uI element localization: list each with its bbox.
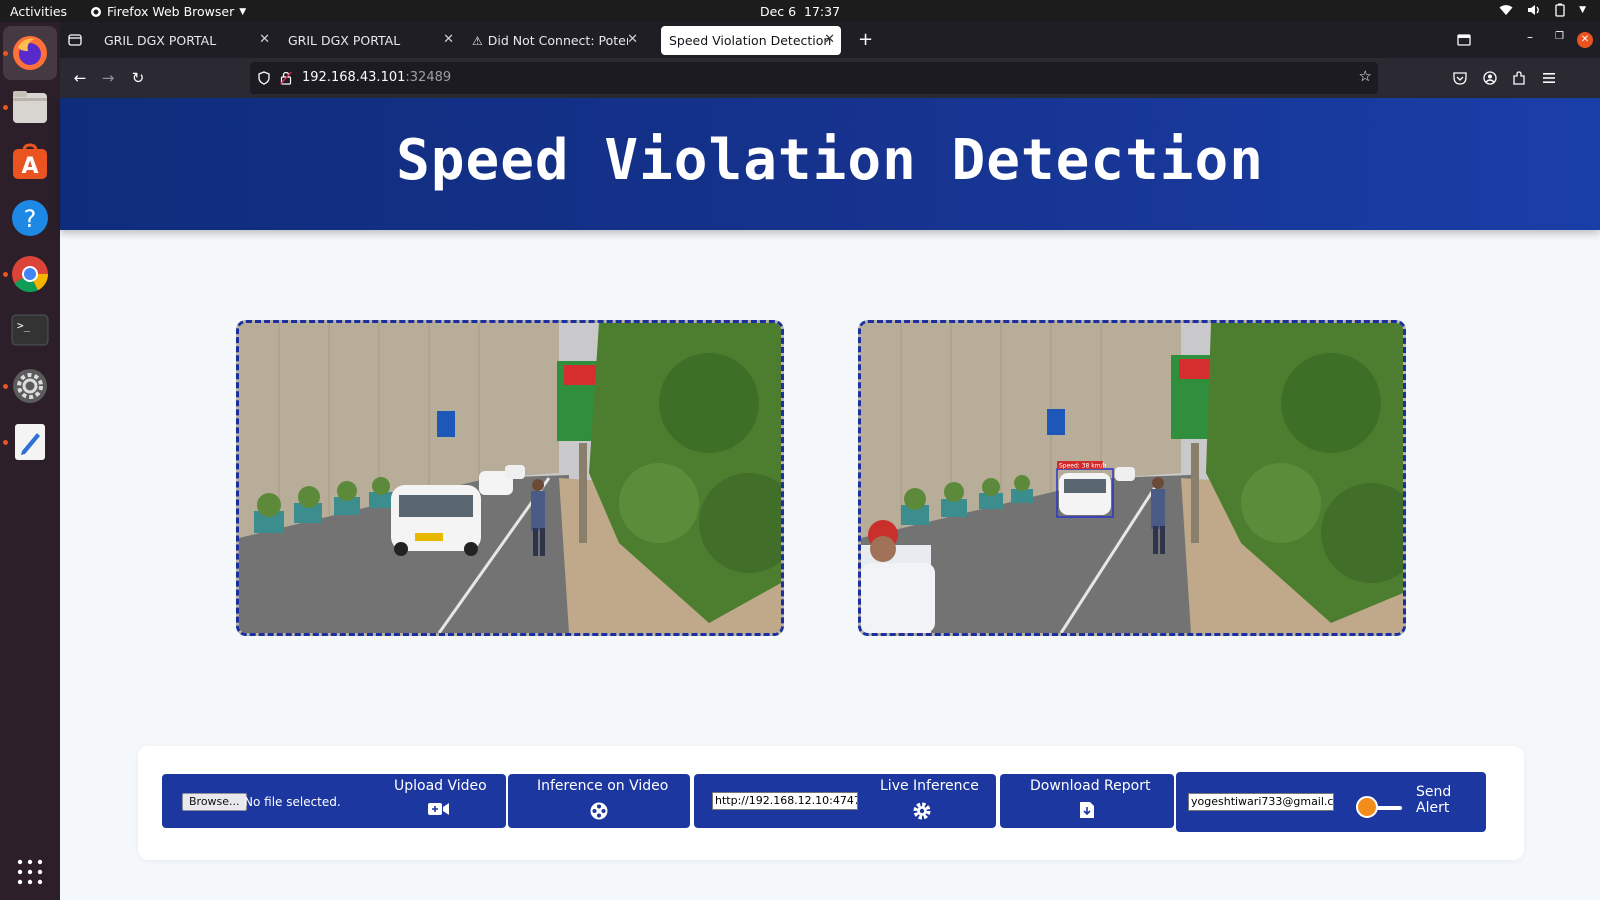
firefox-window: GRIL DGX PORTAL ✕ GRIL DGX PORTAL ✕ ⚠ Di… <box>60 22 1600 900</box>
forward-icon[interactable]: → <box>96 66 120 90</box>
dock: A ? >_ <box>0 22 60 900</box>
processed-video-image: Speed: 38 km/h <box>861 323 1403 633</box>
url-port: :32489 <box>405 70 452 85</box>
nav-bar: ← → ↻ 192.168.43.101:32489 ☆ <box>60 58 1600 98</box>
help-icon[interactable]: ? <box>9 197 51 239</box>
tab-gril-1[interactable]: GRIL DGX PORTAL ✕ <box>96 26 276 55</box>
list-tabs-icon[interactable] <box>1457 34 1471 46</box>
pocket-icon[interactable] <box>1453 71 1467 85</box>
gear-icon <box>913 802 931 820</box>
shield-icon[interactable] <box>258 71 270 85</box>
running-indicator <box>3 105 8 110</box>
input-video-image <box>239 323 781 633</box>
download-file-icon <box>1080 802 1094 818</box>
extensions-icon[interactable] <box>1512 71 1526 85</box>
maximize-icon[interactable]: ❐ <box>1555 31 1564 42</box>
send-alert-label-line1: Send <box>1416 784 1452 800</box>
minimize-icon[interactable]: – <box>1527 30 1533 44</box>
url-bar[interactable]: 192.168.43.101:32489 ☆ <box>250 62 1378 94</box>
app-grid-icon[interactable] <box>9 851 51 893</box>
running-indicator <box>3 384 8 389</box>
new-tab-icon[interactable]: + <box>858 29 873 50</box>
download-report-label: Download Report <box>1030 778 1151 794</box>
tab-overview-icon[interactable] <box>68 33 82 47</box>
close-icon[interactable]: ✕ <box>627 32 638 47</box>
terminal-icon[interactable]: >_ <box>9 309 51 351</box>
upload-video-label: Upload Video <box>394 778 487 794</box>
url-text: 192.168.43.101:32489 <box>302 70 451 85</box>
running-indicator <box>3 440 8 445</box>
wifi-icon <box>1499 5 1513 15</box>
svg-text:>_: >_ <box>17 319 31 332</box>
live-inference-label: Live Inference <box>880 778 979 794</box>
chrome-icon[interactable] <box>9 253 51 295</box>
text-editor-icon[interactable] <box>9 421 51 463</box>
video-camera-icon <box>428 803 449 815</box>
stream-url-input[interactable]: http://192.168.12.10:4747/vi <box>712 792 858 810</box>
tab-title: Did Not Connect: Potenti <box>487 33 628 48</box>
system-tray[interactable]: ▼ <box>1499 3 1586 17</box>
browse-button[interactable]: Browse... <box>182 793 247 811</box>
date-text: Dec 6 <box>759 4 797 19</box>
running-indicator <box>3 51 8 56</box>
account-icon[interactable] <box>1483 71 1497 85</box>
insecure-lock-icon[interactable] <box>280 71 292 85</box>
running-indicator <box>3 272 8 277</box>
tab-title: GRIL DGX PORTAL <box>104 33 217 48</box>
live-inference-button[interactable]: Live Inference <box>870 774 996 828</box>
activities-button[interactable]: Activities <box>10 4 67 19</box>
app-menu[interactable]: Firefox Web Browser ▼ <box>90 4 246 19</box>
inference-video-button[interactable]: Inference on Video <box>508 774 690 828</box>
battery-icon <box>1555 3 1565 17</box>
svg-text:?: ? <box>24 205 37 233</box>
send-alert-panel: yogeshtiwari733@gmail.com Send Alert <box>1176 772 1486 832</box>
warning-icon: ⚠ <box>472 33 483 48</box>
firefox-small-icon <box>91 6 101 17</box>
os-top-bar: Activities Firefox Web Browser ▼ Dec 6 1… <box>0 0 1600 22</box>
page-title: Speed Violation Detection <box>396 128 1264 193</box>
film-reel-icon <box>590 802 608 820</box>
send-alert-label-line2: Alert <box>1416 800 1450 816</box>
header-banner: Speed Violation Detection <box>60 98 1600 230</box>
detection-label: Speed: 38 km/h <box>1059 463 1107 470</box>
upload-video-button[interactable]: Upload Video <box>392 774 506 828</box>
tab-title: GRIL DGX PORTAL <box>288 33 401 48</box>
clock[interactable]: Dec 6 17:37 <box>760 4 840 19</box>
firefox-icon[interactable] <box>3 26 57 80</box>
url-host: 192.168.43.101 <box>302 70 406 85</box>
processed-video-frame: Speed: 38 km/h <box>858 320 1406 636</box>
window-close-icon[interactable]: ✕ <box>1577 32 1593 48</box>
svg-text:A: A <box>21 154 38 179</box>
download-report-button[interactable]: Download Report <box>1000 774 1174 828</box>
menu-icon[interactable] <box>1542 72 1556 84</box>
close-icon[interactable]: ✕ <box>259 32 270 47</box>
input-video-frame <box>236 320 784 636</box>
files-icon[interactable] <box>9 86 51 128</box>
live-inference-panel: http://192.168.12.10:4747/vi Live Infere… <box>694 774 996 828</box>
chevron-down-icon: ▼ <box>1579 5 1586 15</box>
bookmark-star-icon[interactable]: ☆ <box>1359 67 1372 85</box>
upload-video-panel: Browse... No file selected. Upload Video <box>162 774 506 828</box>
page: Speed Violation Detection Speed: 38 km/h… <box>60 98 1600 900</box>
volume-icon <box>1528 5 1539 15</box>
back-icon[interactable]: ← <box>68 66 92 90</box>
email-input[interactable]: yogeshtiwari733@gmail.com <box>1188 793 1334 811</box>
settings-icon[interactable] <box>9 365 51 407</box>
file-status: No file selected. <box>244 795 341 809</box>
controls-panel: Browse... No file selected. Upload Video… <box>138 746 1524 860</box>
alert-toggle-knob[interactable] <box>1356 796 1378 818</box>
time-text: 17:37 <box>804 4 841 19</box>
reload-icon[interactable]: ↻ <box>126 66 150 90</box>
app-name: Firefox Web Browser <box>107 4 235 19</box>
close-icon[interactable]: ✕ <box>443 32 454 47</box>
tab-did-not-connect[interactable]: ⚠ Did Not Connect: Potenti ✕ <box>464 26 644 55</box>
tab-title: Speed Violation Detection <box>669 33 832 48</box>
tab-speed-violation[interactable]: Speed Violation Detection ✕ <box>661 26 841 55</box>
tab-gril-2[interactable]: GRIL DGX PORTAL ✕ <box>280 26 460 55</box>
software-store-icon[interactable]: A <box>9 141 51 183</box>
close-icon[interactable]: ✕ <box>824 32 835 47</box>
tab-strip: GRIL DGX PORTAL ✕ GRIL DGX PORTAL ✕ ⚠ Di… <box>60 22 1600 58</box>
inference-video-label: Inference on Video <box>537 778 669 794</box>
chevron-down-icon: ▼ <box>239 6 247 17</box>
